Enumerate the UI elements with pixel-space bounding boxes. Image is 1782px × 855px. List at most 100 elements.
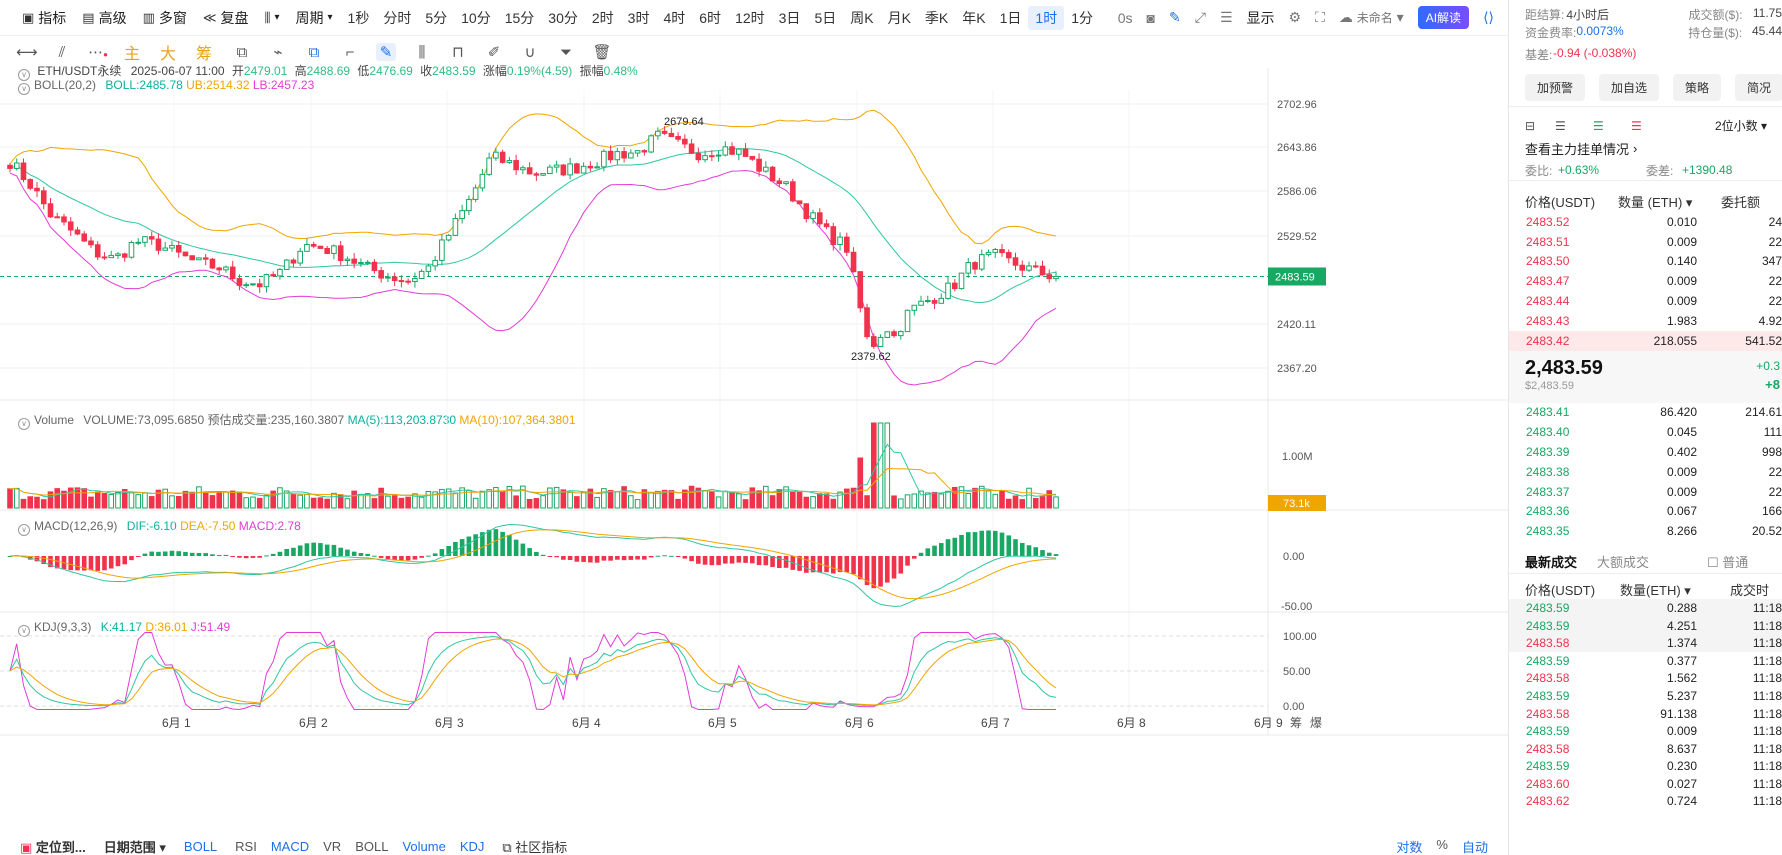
lock-icon[interactable]: ⊓ (448, 43, 468, 61)
candle-body (148, 236, 155, 240)
bids-row[interactable]: 2483.38 0.009 22 (1509, 462, 1782, 482)
indicator-tab-macd[interactable]: MACD (271, 839, 309, 854)
share-icon[interactable]: ⟨⟩ (1483, 9, 1494, 26)
interval-14[interactable]: 月K (881, 6, 918, 30)
indicator-tab-vr[interactable]: VR (323, 839, 341, 854)
indicators-button[interactable]: ▣ 指标 (14, 5, 74, 31)
side-button-0[interactable]: 加预警 (1525, 74, 1586, 101)
list-icon[interactable]: ☰ (1220, 9, 1233, 26)
layout-bids-icon[interactable]: ☰ (1593, 119, 1631, 133)
interval-4[interactable]: 15分 (498, 6, 542, 30)
trade-qty-dropdown[interactable]: 数量(ETH) ▾ (1620, 580, 1730, 599)
layout-both-icon[interactable]: ☰ (1555, 119, 1593, 133)
candles-icon[interactable]: ⫼ (412, 44, 432, 61)
side-button-2[interactable]: 策略 (1673, 74, 1722, 101)
indicator-tab-kdj[interactable]: KDJ (460, 839, 485, 854)
replay-button[interactable]: ≪ 复盘 (195, 5, 257, 31)
chart-type-button[interactable]: ⫼ ▾ (257, 5, 288, 31)
draw-icon[interactable]: ✎ (376, 43, 396, 61)
ruler-icon[interactable]: ⌐ (340, 44, 360, 61)
interval-0[interactable]: 1秒 (341, 6, 377, 30)
indicator-tab-rsi[interactable]: RSI (235, 839, 257, 854)
big-order-button[interactable]: 大 (160, 40, 180, 64)
locate-button[interactable]: ▣ 定位到... (20, 837, 86, 855)
interval-7[interactable]: 3时 (621, 6, 657, 30)
normal-checkbox[interactable]: ☐ 普通 (1707, 552, 1748, 571)
copy-icon[interactable]: ⧉ (232, 44, 252, 61)
interval-15[interactable]: 季K (918, 6, 955, 30)
boll-tab[interactable]: BOLL (184, 839, 217, 854)
kline-chart[interactable]: 2702.96 2643.86 2586.06 2529.52 2420.11 2367.… (0, 68, 1508, 850)
interval-2[interactable]: 5分 (418, 6, 454, 30)
interval-17[interactable]: 1日 (993, 6, 1029, 30)
chips-button[interactable]: 筹 (196, 40, 216, 64)
asks-row[interactable]: 2483.47 0.009 22 (1509, 271, 1782, 291)
layers-icon[interactable]: ⧉ (304, 44, 324, 61)
fullscreen-icon[interactable]: ⛶ (1315, 9, 1325, 26)
macd-histogram-bar (750, 556, 755, 564)
brush-icon[interactable]: ⌁ (268, 43, 288, 61)
display-button[interactable]: 显示 (1247, 8, 1275, 28)
main-force-button[interactable]: 主 (124, 40, 144, 64)
bids-row[interactable]: 2483.36 0.067 166 (1509, 502, 1782, 522)
camera-icon[interactable]: ◙ (1147, 10, 1155, 26)
indicator-tab-boll[interactable]: BOLL (355, 839, 388, 854)
tab-latest-trades[interactable]: 最新成交 (1525, 552, 1597, 571)
parallel-lines-icon[interactable]: ⫽ (52, 44, 72, 61)
interval-12[interactable]: 5日 (807, 6, 843, 30)
bids-row[interactable]: 2483.41 86.420 214.61 (1509, 403, 1782, 423)
interval-5[interactable]: 30分 (541, 6, 585, 30)
asks-row[interactable]: 2483.44 0.009 22 (1509, 291, 1782, 311)
horizontal-line-icon[interactable]: ⟷ (16, 43, 38, 61)
trash-icon[interactable]: 🗑 (592, 43, 612, 61)
note-icon[interactable]: ✐ (484, 43, 504, 61)
filter-icon[interactable]: ⏷ (556, 44, 576, 61)
interval-10[interactable]: 12时 (728, 6, 772, 30)
decimals-dropdown[interactable]: 2位小数 ▾ (1715, 117, 1767, 134)
asks-row[interactable]: 2483.42 218.055 541.52 (1509, 330, 1782, 351)
interval-11[interactable]: 3日 (772, 6, 808, 30)
indicator-tab-volume[interactable]: Volume (402, 839, 445, 854)
bids-row[interactable]: 2483.35 8.266 20.52 (1509, 521, 1782, 541)
interval-6[interactable]: 2时 (585, 6, 621, 30)
ai-interpret-button[interactable]: AI解读 (1417, 6, 1470, 29)
period-dropdown[interactable]: 周期 ▾ (288, 5, 341, 31)
bids-row[interactable]: 2483.37 0.009 22 (1509, 482, 1782, 502)
bids-row[interactable]: 2483.39 0.402 998 (1509, 442, 1782, 462)
interval-8[interactable]: 4时 (656, 6, 692, 30)
cell: 2483.52 (1526, 214, 1570, 229)
bids-row[interactable]: 2483.40 0.045 111 (1509, 422, 1782, 442)
community-indicators-button[interactable]: ⧉ 社区指标 (502, 837, 567, 855)
auto-toggle[interactable]: 自动 (1462, 837, 1488, 855)
tab-large-trades[interactable]: 大额成交 (1597, 552, 1707, 571)
depth-link-row[interactable]: 查看主力挂单情况 › (1509, 134, 1782, 158)
date-range-dropdown[interactable]: 日期范围 ▾ (104, 837, 166, 855)
resize-icon[interactable]: ⤢ (1195, 9, 1206, 26)
side-button-1[interactable]: 加自选 (1599, 74, 1660, 101)
interval-18[interactable]: 1时 (1028, 5, 1065, 30)
interval-3[interactable]: 10分 (454, 6, 498, 30)
log-toggle[interactable]: 对数 (1396, 837, 1422, 855)
layout-asks-icon[interactable]: ☰ (1631, 119, 1695, 133)
asks-row[interactable]: 2483.50 0.140 347 (1509, 252, 1782, 272)
interval-19[interactable]: 1分 (1064, 6, 1100, 30)
settings-icon[interactable]: ⚙ (1289, 9, 1302, 26)
interval-9[interactable]: 6时 (692, 6, 728, 30)
asks-row[interactable]: 2483.51 0.009 22 (1509, 232, 1782, 252)
interval-1[interactable]: 分时 (376, 6, 418, 30)
asks-row[interactable]: 2483.43 1.983 4.92 (1509, 311, 1782, 331)
cloud-icon[interactable]: ☁ 未命名 ▾ (1339, 9, 1404, 26)
more-icon[interactable]: ⋯● (88, 43, 108, 61)
advanced-button[interactable]: ▤ 高级 (74, 5, 134, 31)
side-button-3[interactable]: 简况 (1735, 74, 1782, 101)
interval-16[interactable]: 年K (955, 6, 992, 30)
magnet-icon[interactable]: ∪ (520, 43, 540, 61)
multi-window-button[interactable]: ▥ 多窗 (135, 5, 195, 31)
pen-icon[interactable]: ✎ (1169, 9, 1181, 26)
interval-13[interactable]: 周K (843, 6, 880, 30)
layout-icon[interactable]: ⊟ (1525, 119, 1555, 133)
asks-row[interactable]: 2483.52 0.010 24 (1509, 212, 1782, 232)
qty-dropdown[interactable]: 数量 (ETH) ▾ (1618, 192, 1721, 211)
percent-toggle[interactable]: % (1436, 837, 1448, 855)
candle-body (310, 243, 317, 247)
